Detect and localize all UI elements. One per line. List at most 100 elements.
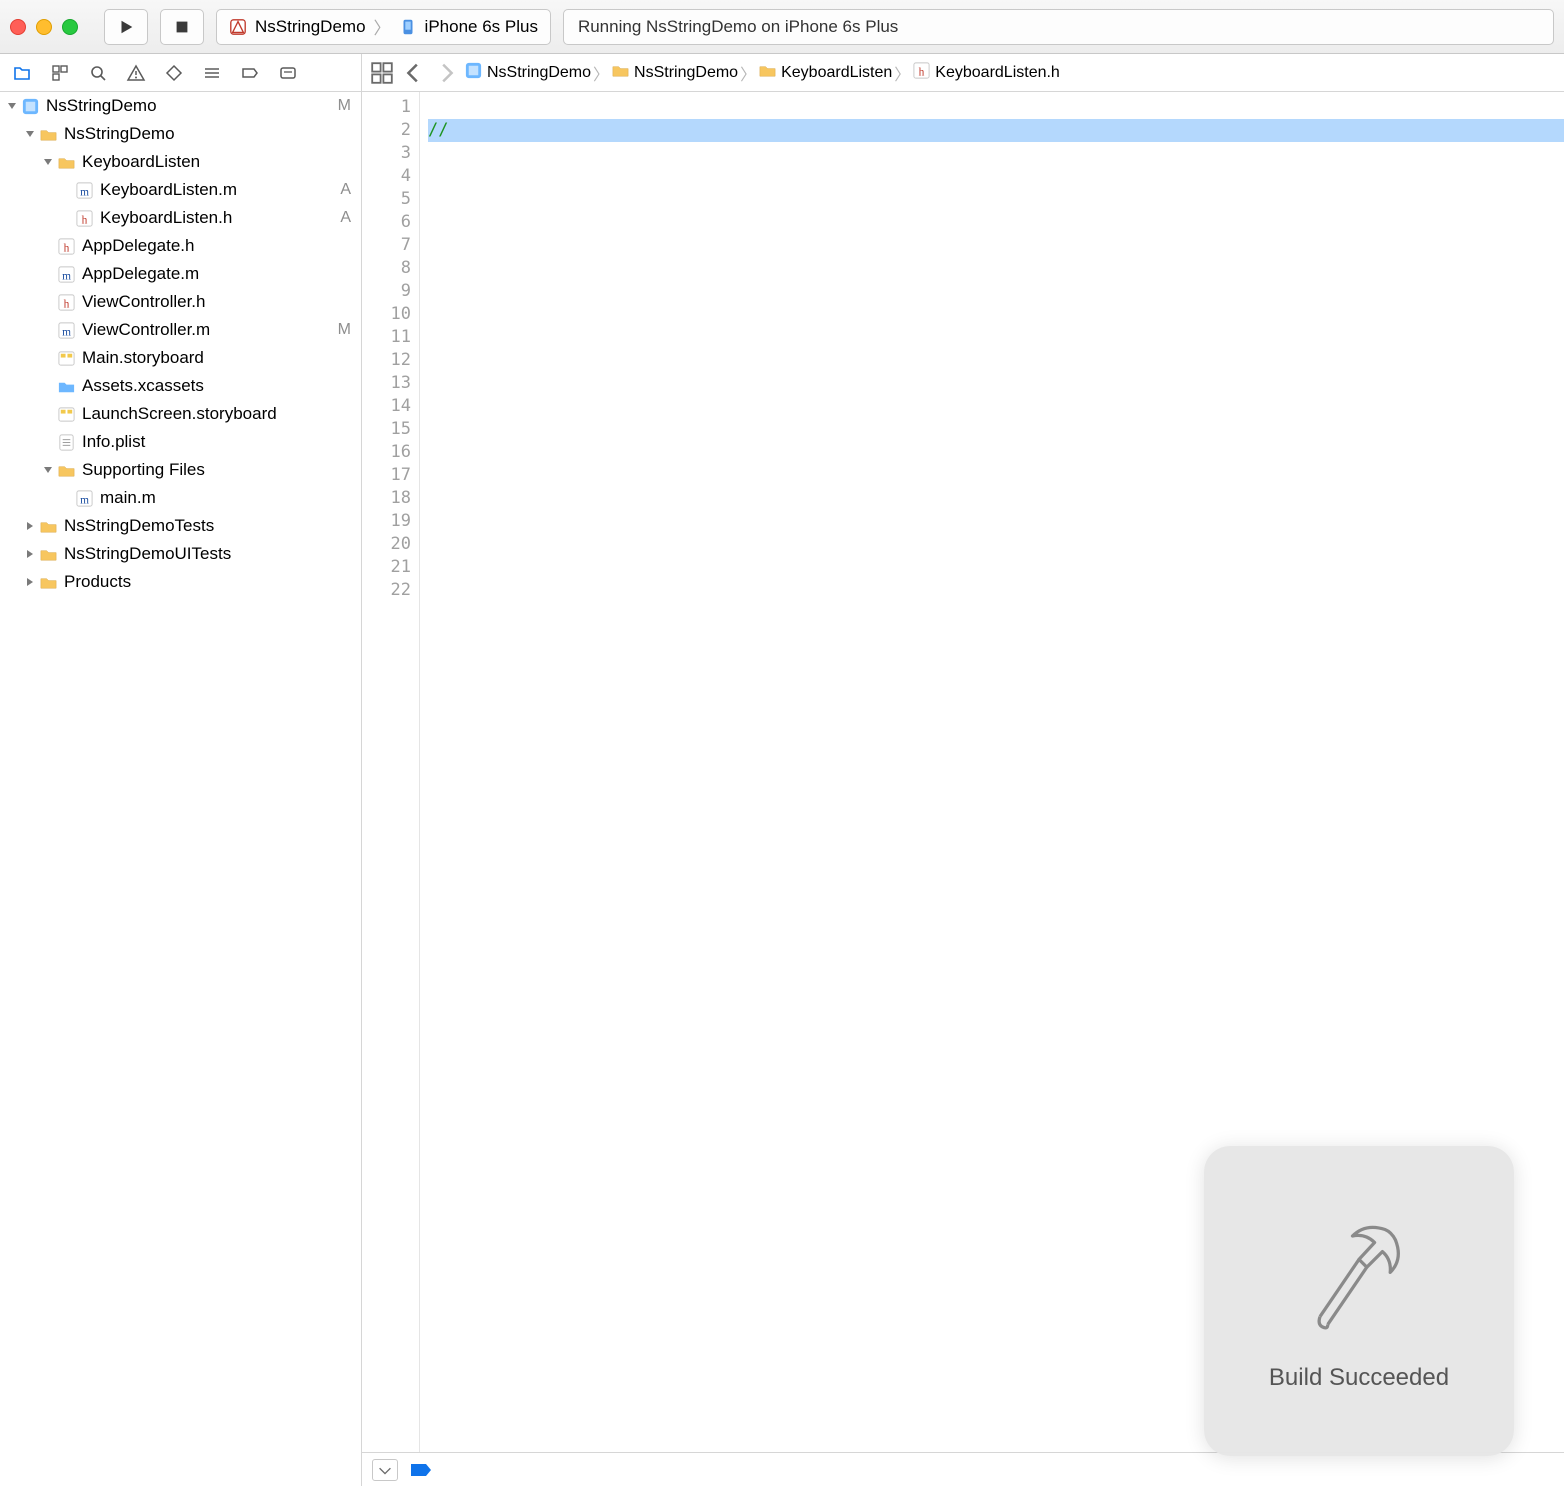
forward-button[interactable] (432, 59, 460, 87)
jumpbar-segment-label: NsStringDemo (634, 64, 738, 82)
breakpoint-navigator-tab[interactable] (232, 57, 268, 89)
disclosure-triangle-icon[interactable] (24, 548, 36, 560)
svg-text:h: h (919, 66, 925, 78)
scheme-device-label: iPhone 6s Plus (425, 17, 538, 37)
tree-row-label: Products (64, 572, 351, 592)
jumpbar-segment[interactable]: NsStringDemo (464, 61, 591, 85)
stop-button[interactable] (160, 9, 204, 45)
folder-icon (57, 153, 76, 172)
jumpbar-segment[interactable]: KeyboardListen (758, 61, 892, 85)
tree-row[interactable]: m ViewController.m M (0, 316, 361, 344)
tree-row-label: AppDelegate.h (82, 236, 351, 256)
tree-row-label: NsStringDemo (46, 96, 332, 116)
breakpoint-indicator-icon[interactable] (408, 1459, 434, 1481)
run-button[interactable] (104, 9, 148, 45)
tree-row[interactable]: NsStringDemoUITests (0, 540, 361, 568)
jumpbar-separator: 〉 (738, 61, 758, 85)
svg-text:m: m (80, 494, 89, 506)
minimize-window-button[interactable] (36, 19, 52, 35)
scheme-selector[interactable]: NsStringDemo 〉 iPhone 6s Plus (216, 9, 551, 45)
close-window-button[interactable] (10, 19, 26, 35)
build-succeeded-hud: Build Succeeded (1204, 1146, 1514, 1456)
test-navigator-tab[interactable] (156, 57, 192, 89)
tree-row-label: LaunchScreen.storyboard (82, 404, 351, 424)
tree-row[interactable]: mAppDelegate.m (0, 260, 361, 288)
m-icon: m (57, 321, 76, 340)
tree-row-label: ViewController.m (82, 320, 332, 340)
folder-icon (758, 61, 777, 85)
disclosure-triangle-icon[interactable] (42, 464, 54, 476)
back-button[interactable] (400, 59, 428, 87)
jumpbar-separator: 〉 (591, 61, 611, 85)
m-icon: m (75, 181, 94, 200)
tree-row-label: KeyboardListen.h (100, 208, 334, 228)
line-number-gutter: 12345678910111213141516171819202122 (362, 92, 420, 1452)
storyboard-icon (57, 405, 76, 424)
disclosure-triangle-icon[interactable] (24, 128, 36, 140)
disclosure-triangle-icon[interactable] (42, 156, 54, 168)
report-navigator-tab[interactable] (270, 57, 306, 89)
navigator-tabbar (0, 54, 361, 92)
tree-row[interactable]: KeyboardListen (0, 148, 361, 176)
tree-row[interactable]: mKeyboardListen.mA (0, 176, 361, 204)
tree-row[interactable]: Assets.xcassets (0, 372, 361, 400)
tree-row[interactable]: LaunchScreen.storyboard (0, 400, 361, 428)
scm-status-badge: M (338, 321, 351, 339)
folder-icon (57, 461, 76, 480)
tree-row-label: main.m (100, 488, 351, 508)
folder-icon (39, 545, 58, 564)
svg-text:h: h (64, 298, 70, 310)
jumpbar-segment[interactable]: NsStringDemo (611, 61, 738, 85)
project-navigator-tab[interactable] (4, 57, 40, 89)
status-text: Running NsStringDemo on iPhone 6s Plus (578, 17, 898, 37)
tree-row[interactable]: hViewController.h (0, 288, 361, 316)
tree-row[interactable]: NsStringDemo M (0, 92, 361, 120)
svg-text:m: m (62, 326, 71, 338)
disclosure-triangle-icon[interactable] (24, 576, 36, 588)
file-tree[interactable]: NsStringDemo M NsStringDemo KeyboardListen m… (0, 92, 361, 1486)
project-icon (464, 61, 483, 85)
tree-row[interactable]: NsStringDemoTests (0, 512, 361, 540)
editor-bottom-bar (362, 1452, 1564, 1486)
issue-navigator-tab[interactable] (118, 57, 154, 89)
debug-navigator-tab[interactable] (194, 57, 230, 89)
tree-row-label: Supporting Files (82, 460, 351, 480)
svg-text:m: m (80, 186, 89, 198)
project-icon (21, 97, 40, 116)
tree-row-label: KeyboardListen (82, 152, 351, 172)
filter-toggle[interactable] (372, 1459, 398, 1481)
storyboard-icon (57, 349, 76, 368)
symbol-navigator-tab[interactable] (42, 57, 78, 89)
tree-row[interactable]: Info.plist (0, 428, 361, 456)
jumpbar-segment[interactable]: h KeyboardListen.h (912, 61, 1060, 85)
related-items-icon[interactable] (368, 59, 396, 87)
m-icon: m (75, 489, 94, 508)
m-icon: m (57, 265, 76, 284)
tree-row-label: NsStringDemoTests (64, 516, 351, 536)
tree-row[interactable]: Main.storyboard (0, 344, 361, 372)
tree-row[interactable]: Products (0, 568, 361, 596)
tree-row-label: Main.storyboard (82, 348, 351, 368)
disclosure-triangle-icon[interactable] (6, 100, 18, 112)
tree-row[interactable]: hKeyboardListen.hA (0, 204, 361, 232)
hud-text: Build Succeeded (1269, 1364, 1449, 1392)
jumpbar-segment-label: KeyboardListen.h (935, 64, 1060, 82)
scm-status-badge: M (338, 97, 351, 115)
zoom-window-button[interactable] (62, 19, 78, 35)
tree-row[interactable]: m main.m (0, 484, 361, 512)
tree-row[interactable]: NsStringDemo (0, 120, 361, 148)
tree-row[interactable]: Supporting Files (0, 456, 361, 484)
tree-row-label: NsStringDemo (64, 124, 351, 144)
tree-row[interactable]: h AppDelegate.h (0, 232, 361, 260)
toolbar: NsStringDemo 〉 iPhone 6s Plus Running Ns… (0, 0, 1564, 54)
activity-status-bar: Running NsStringDemo on iPhone 6s Plus (563, 9, 1554, 45)
disclosure-triangle-icon[interactable] (24, 520, 36, 532)
h-icon: h (57, 237, 76, 256)
navigator-sidebar: NsStringDemo M NsStringDemo KeyboardListen m… (0, 54, 362, 1486)
folder-icon (611, 61, 630, 85)
svg-text:m: m (62, 270, 71, 282)
scheme-project-label: NsStringDemo (255, 17, 366, 37)
tree-row-label: Info.plist (82, 432, 351, 452)
svg-text:h: h (64, 242, 70, 254)
find-navigator-tab[interactable] (80, 57, 116, 89)
